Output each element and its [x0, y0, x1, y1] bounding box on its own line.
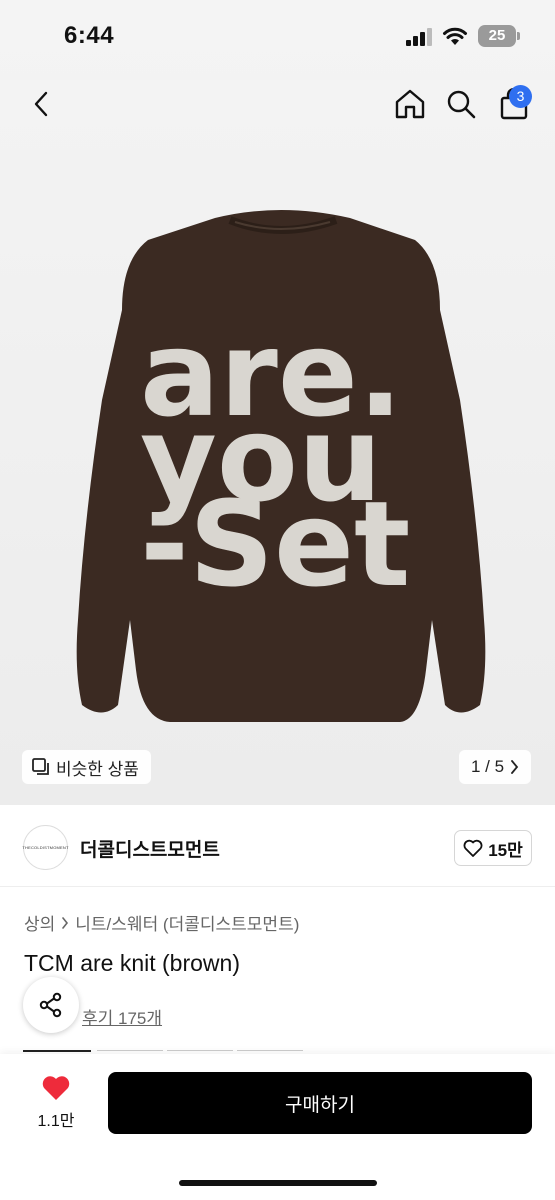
search-icon: [447, 90, 476, 119]
product-image-area[interactable]: 6:44 25 3 are. you -Set 비슷한 상품 1 / 5: [0, 0, 555, 805]
chevron-left-icon: [34, 91, 48, 117]
chevron-right-icon: [62, 916, 69, 929]
image-pager-text: 1 / 5: [470, 757, 505, 776]
image-pager[interactable]: 1 / 5: [459, 750, 531, 784]
home-icon: [395, 89, 425, 119]
wishlist-button[interactable]: 1.1만: [28, 1074, 84, 1131]
wifi-icon: [443, 27, 467, 45]
search-button[interactable]: [442, 84, 480, 124]
similar-products-label: 비슷한 상품: [56, 759, 139, 779]
copy-icon: [32, 758, 49, 775]
brand-row[interactable]: THECOLDISTMOMENT 더콜디스트모먼트 15만: [0, 805, 555, 887]
home-indicator[interactable]: [179, 1180, 377, 1186]
breadcrumb-subcategory[interactable]: 니트/스웨터 (더콜디스트모먼트): [75, 910, 299, 935]
buy-button[interactable]: 구매하기: [108, 1072, 532, 1134]
heart-outline-icon: [463, 839, 483, 857]
home-button[interactable]: [390, 84, 430, 124]
sweater-image: are. you -Set: [76, 210, 486, 722]
brand-logo[interactable]: THECOLDISTMOMENT: [22, 825, 69, 870]
product-title: TCM are knit (brown): [24, 950, 240, 976]
back-button[interactable]: [24, 84, 58, 124]
chevron-right-icon: [511, 760, 519, 774]
breadcrumb: 상의 니트/스웨터 (더콜디스트모먼트): [24, 910, 299, 935]
cart-count-badge: 3: [509, 85, 532, 108]
wishlist-count: 1.1만: [37, 1113, 75, 1130]
battery-icon: 25: [478, 25, 516, 47]
brand-name[interactable]: 더콜디스트모먼트: [80, 835, 220, 862]
battery-tip: [517, 32, 520, 40]
reviews-link[interactable]: 후기 175개: [82, 1004, 162, 1029]
brand-like-button[interactable]: 15만: [454, 830, 532, 866]
share-button[interactable]: [23, 977, 79, 1033]
status-time: 6:44: [64, 22, 115, 49]
similar-products-button[interactable]: 비슷한 상품: [22, 750, 151, 784]
brand-like-count: 15만: [488, 840, 523, 860]
signal-icon: [406, 28, 432, 46]
share-icon: [39, 992, 62, 1018]
breadcrumb-category[interactable]: 상의: [24, 910, 55, 935]
status-bar: 6:44 25: [0, 0, 555, 70]
brand-logo-text: THECOLDISTMOMENT: [22, 845, 69, 850]
heart-filled-icon: [42, 1076, 70, 1100]
sweater-text-line-3: -Set: [140, 475, 410, 613]
